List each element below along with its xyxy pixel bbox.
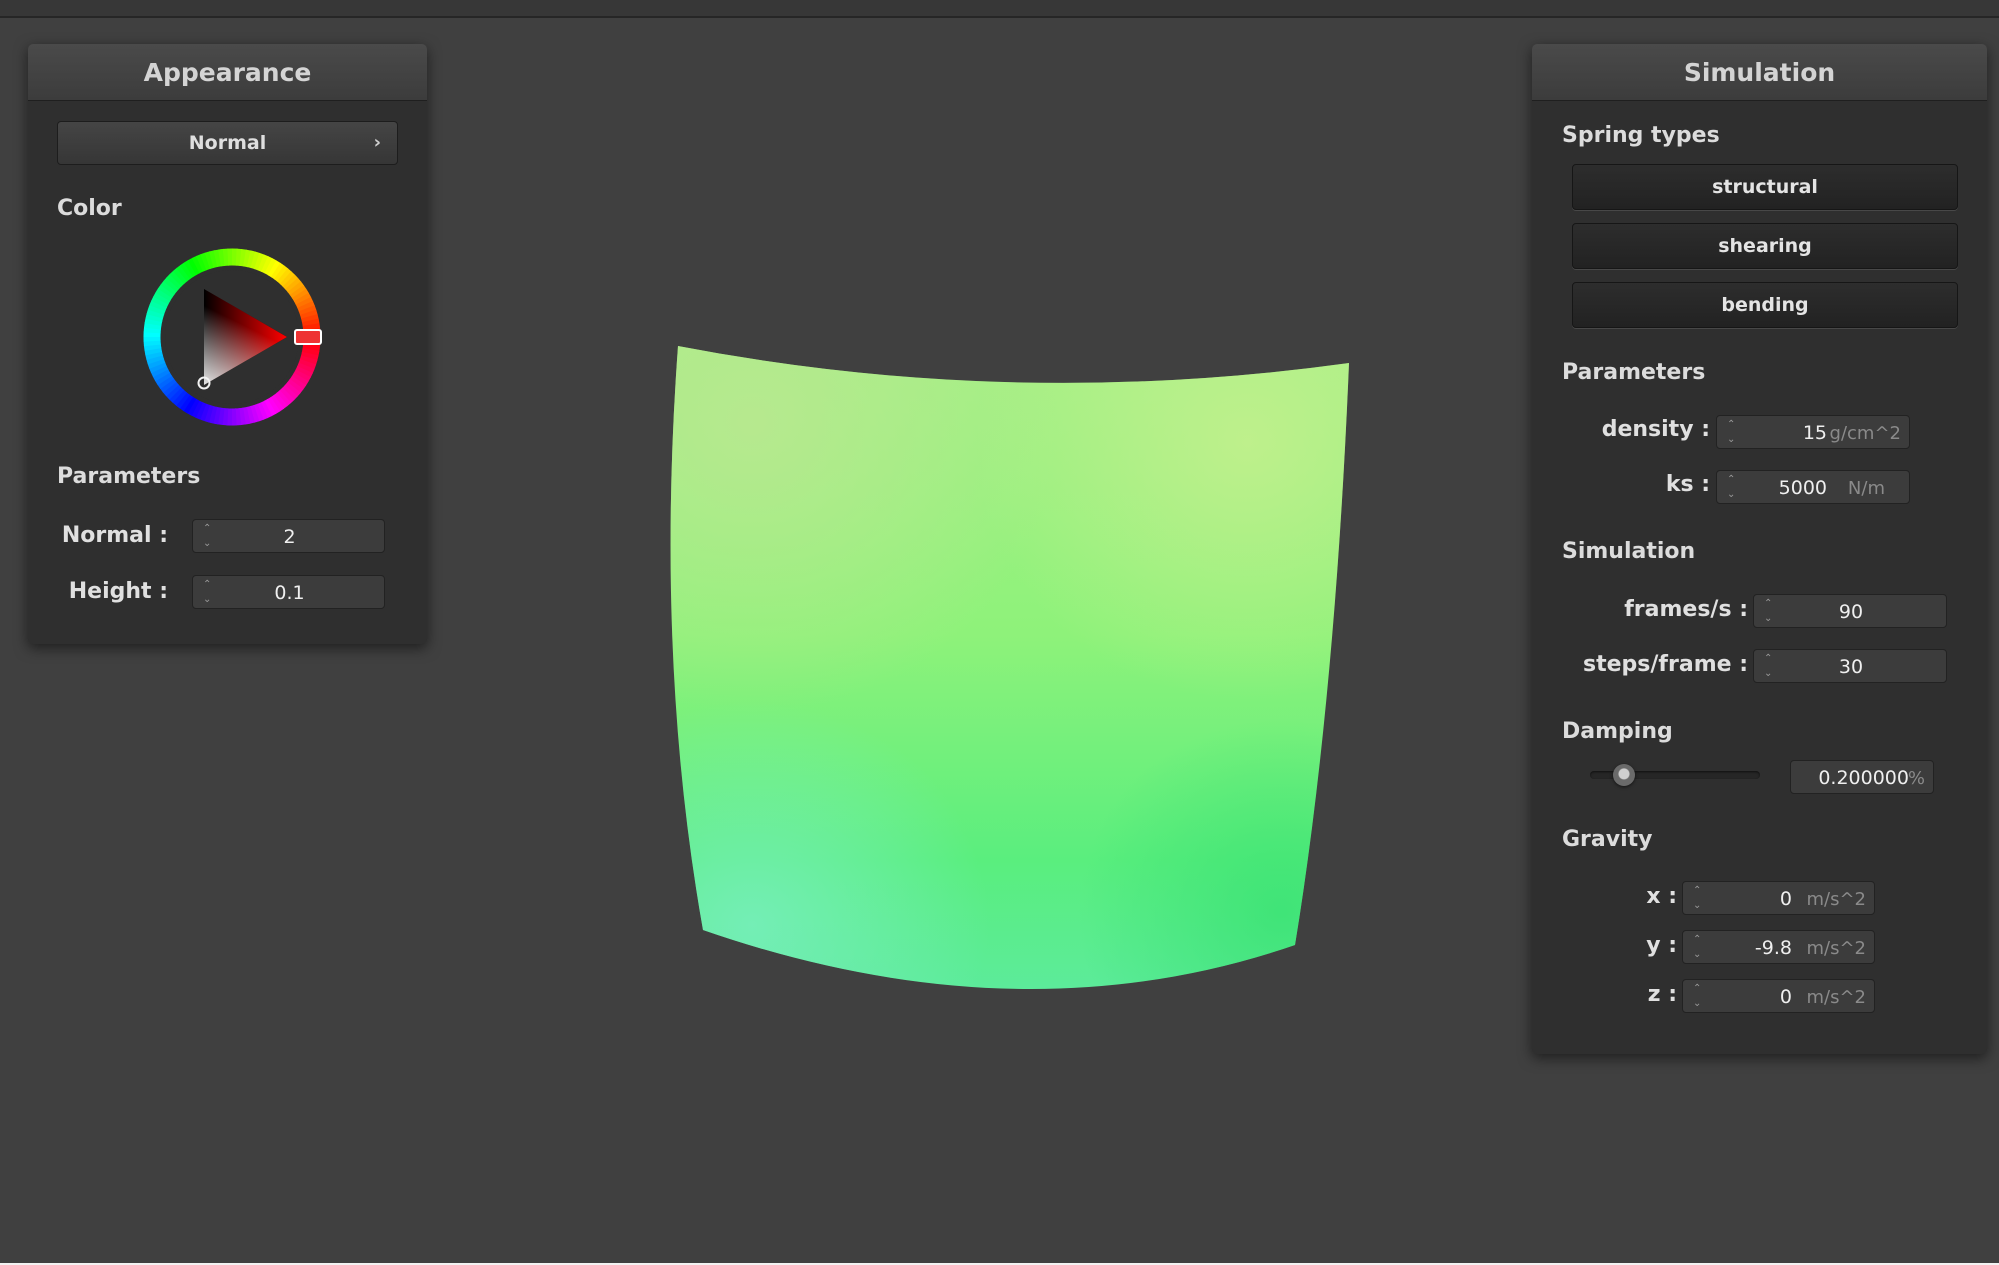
structural-spring-button[interactable]: structural xyxy=(1572,164,1958,210)
steps-per-frame-label: steps/frame : xyxy=(1583,652,1748,677)
normal-label: Normal : xyxy=(61,523,168,548)
cloth-mesh xyxy=(670,346,1349,990)
gravity-z-input[interactable]: ⌃ ⌄ 0 m/s^2 xyxy=(1682,979,1875,1013)
chevron-right-icon: › xyxy=(373,132,381,153)
ks-label: ks : xyxy=(1665,472,1710,497)
stepper-arrows-icon[interactable]: ⌃ ⌄ xyxy=(1727,419,1737,445)
simulation-panel-title[interactable]: Simulation xyxy=(1532,44,1987,101)
stepper-arrows-icon[interactable]: ⌃ ⌄ xyxy=(1727,474,1737,500)
damping-input[interactable]: 0.200000 % xyxy=(1790,760,1934,794)
bending-spring-button[interactable]: bending xyxy=(1572,282,1958,328)
normal-value: 2 xyxy=(283,526,296,548)
density-unit: g/cm^2 xyxy=(1829,423,1901,444)
gravity-z-unit: m/s^2 xyxy=(1806,987,1866,1008)
damping-unit: % xyxy=(1907,768,1925,789)
density-input[interactable]: ⌃ ⌄ 15 g/cm^2 xyxy=(1716,415,1910,449)
frames-per-second-label: frames/s : xyxy=(1624,597,1748,622)
damping-label: Damping xyxy=(1562,719,1673,744)
gravity-x-input[interactable]: ⌃ ⌄ 0 m/s^2 xyxy=(1682,881,1875,915)
hue-selector-handle[interactable] xyxy=(294,329,322,345)
shearing-spring-button[interactable]: shearing xyxy=(1572,223,1958,269)
appearance-parameters-label: Parameters xyxy=(57,464,201,489)
shader-dropdown[interactable]: Normal › xyxy=(57,121,398,165)
normal-input[interactable]: ⌃ ⌄ 2 xyxy=(192,519,385,553)
spring-types-label: Spring types xyxy=(1562,123,1720,148)
gravity-y-value: -9.8 xyxy=(1754,937,1792,959)
color-wheel[interactable] xyxy=(142,247,322,427)
shearing-spring-label: shearing xyxy=(1718,235,1812,257)
gravity-label: Gravity xyxy=(1562,827,1653,852)
structural-spring-label: structural xyxy=(1712,176,1818,198)
appearance-panel: Appearance Normal › Color Parameters Nor… xyxy=(28,44,427,644)
density-value: 15 xyxy=(1802,422,1827,444)
gravity-x-unit: m/s^2 xyxy=(1806,889,1866,910)
ks-unit: N/m xyxy=(1847,478,1885,499)
bending-spring-label: bending xyxy=(1721,294,1809,316)
stepper-arrows-icon[interactable]: ⌃ ⌄ xyxy=(1693,934,1703,960)
gravity-y-unit: m/s^2 xyxy=(1806,938,1866,959)
shader-dropdown-label: Normal xyxy=(188,132,267,154)
ks-value: 5000 xyxy=(1778,477,1827,499)
color-section-label: Color xyxy=(57,196,122,221)
height-label: Height : xyxy=(68,579,168,604)
ks-input[interactable]: ⌃ ⌄ 5000 N/m xyxy=(1716,470,1910,504)
damping-value: 0.200000 xyxy=(1818,767,1909,789)
density-label: density : xyxy=(1601,417,1710,442)
appearance-panel-title[interactable]: Appearance xyxy=(28,44,427,101)
steps-per-frame-value: 30 xyxy=(1838,656,1864,678)
frames-per-second-input[interactable]: ⌃ ⌄ 90 xyxy=(1753,594,1947,628)
gravity-y-label: y : xyxy=(1646,933,1677,958)
simulation-panel: Simulation Spring types structural shear… xyxy=(1532,44,1987,1054)
stepper-arrows-icon[interactable]: ⌃ ⌄ xyxy=(1693,983,1703,1009)
damping-slider-knob[interactable] xyxy=(1613,764,1635,786)
steps-per-frame-input[interactable]: ⌃ ⌄ 30 xyxy=(1753,649,1947,683)
gravity-y-input[interactable]: ⌃ ⌄ -9.8 m/s^2 xyxy=(1682,930,1875,964)
gravity-z-label: z : xyxy=(1647,982,1677,1007)
height-value: 0.1 xyxy=(274,582,305,604)
gravity-x-value: 0 xyxy=(1779,888,1792,910)
stepper-arrows-icon[interactable]: ⌃ ⌄ xyxy=(1693,885,1703,911)
simulation-parameters-label: Parameters xyxy=(1562,360,1706,385)
height-input[interactable]: ⌃ ⌄ 0.1 xyxy=(192,575,385,609)
gravity-x-label: x : xyxy=(1646,884,1677,909)
frames-per-second-value: 90 xyxy=(1838,601,1864,623)
gravity-z-value: 0 xyxy=(1779,986,1792,1008)
simulation-section-label: Simulation xyxy=(1562,539,1696,564)
